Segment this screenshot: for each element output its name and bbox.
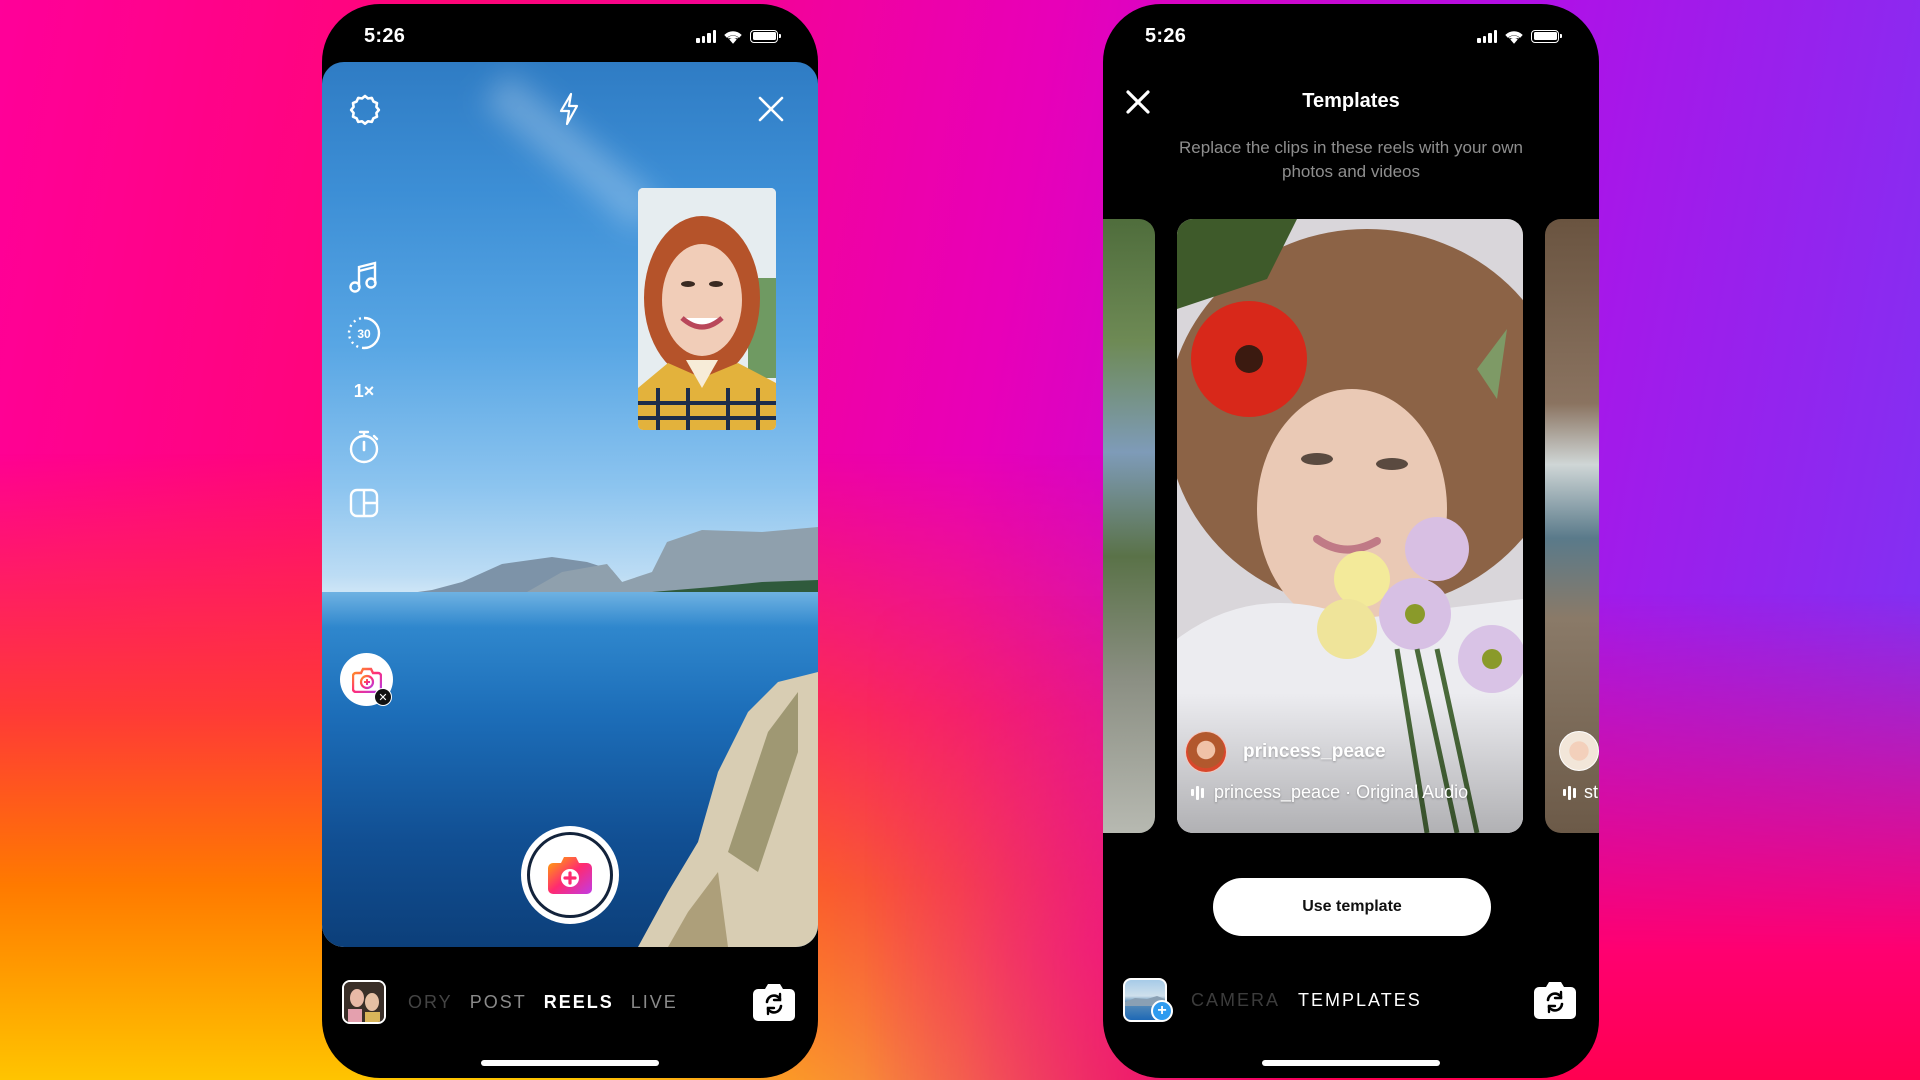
use-template-button[interactable]: Use template: [1213, 878, 1491, 936]
tab-story[interactable]: ORY: [408, 992, 453, 1013]
audio-attribution[interactable]: princess_peace · Original Audio: [1191, 782, 1468, 803]
creator-username[interactable]: princess_peace: [1243, 741, 1386, 763]
wifi-icon: [724, 30, 742, 44]
template-card-main[interactable]: princess_peace princess_peace · Original…: [1177, 219, 1523, 833]
templates-subtitle: Replace the clips in these reels with yo…: [1179, 138, 1523, 181]
phone-reels-camera: 5:26 30 1× ✕ ORY POST REELS LIVE: [322, 4, 818, 1078]
gallery-thumbnail: [344, 982, 384, 1022]
length-value: 30: [357, 327, 371, 341]
templates-bottom-bar: + CAMERA TEMPLATES: [1103, 970, 1599, 1030]
wifi-icon: [1505, 30, 1523, 44]
camera-viewfinder[interactable]: 30 1× ✕: [322, 62, 818, 947]
audio-label: princess_peace · Original Audio: [1214, 782, 1469, 802]
cellular-signal-icon: [696, 29, 716, 43]
countdown-timer-icon: [349, 430, 379, 464]
status-icons: [1477, 29, 1562, 44]
timer-length-icon: 30: [347, 316, 381, 350]
music-icon: [349, 261, 377, 293]
tab-post[interactable]: POST: [470, 992, 527, 1013]
dual-camera-preview[interactable]: [638, 188, 776, 430]
phone-templates: 5:26 Templates Replace the clips in thes…: [1103, 4, 1599, 1078]
audio-icon: [1191, 785, 1204, 800]
record-ring: [527, 832, 613, 918]
layout-icon: [349, 488, 379, 518]
home-indicator[interactable]: [481, 1060, 659, 1066]
layout-tool-button[interactable]: [344, 483, 384, 523]
creator-avatar: [1559, 731, 1599, 771]
gallery-button[interactable]: [342, 980, 386, 1024]
template-card-previous[interactable]: [1103, 219, 1155, 833]
template-card-next[interactable]: st: [1545, 219, 1599, 833]
creator-info[interactable]: princess_peace: [1185, 731, 1386, 773]
tab-live[interactable]: LIVE: [631, 992, 678, 1013]
settings-button[interactable]: [348, 92, 382, 126]
flash-button[interactable]: [552, 92, 586, 126]
audio-label: st: [1584, 782, 1599, 802]
selfie-preview-image: [638, 188, 776, 430]
close-icon: [758, 96, 784, 122]
length-tool-button[interactable]: 30: [344, 313, 384, 353]
camera-mode-tabs: ORY POST REELS LIVE: [408, 992, 678, 1013]
landscape-cliff: [638, 672, 818, 947]
flash-icon: [559, 92, 579, 126]
record-button[interactable]: [521, 826, 619, 924]
background-gradient-left: [0, 0, 1920, 1080]
tab-templates[interactable]: TEMPLATES: [1298, 990, 1422, 1011]
timer-tool-button[interactable]: [344, 427, 384, 467]
creator-avatar[interactable]: [1185, 731, 1227, 773]
tab-reels[interactable]: REELS: [544, 992, 614, 1013]
remove-effect-button[interactable]: ✕: [374, 688, 392, 706]
flip-camera-button[interactable]: [752, 982, 796, 1022]
battery-icon: [750, 29, 781, 43]
camera-bottom-bar: ORY POST REELS LIVE: [322, 972, 818, 1032]
audio-icon: [1563, 785, 1576, 800]
status-bar: 5:26: [322, 4, 818, 62]
status-time: 5:26: [364, 24, 406, 47]
battery-icon: [1531, 29, 1562, 43]
audio-tool-button[interactable]: [344, 257, 384, 297]
red-gerbera-flower: [1191, 301, 1307, 417]
speed-tool-button[interactable]: 1×: [344, 371, 384, 411]
camera-mode-tabs: CAMERA TEMPLATES: [1191, 990, 1422, 1011]
status-icons: [696, 29, 781, 44]
templates-header: Templates: [1103, 82, 1599, 126]
page-title: Templates: [1302, 90, 1400, 112]
flip-camera-icon: [1534, 982, 1576, 1019]
audio-attribution: st: [1563, 782, 1598, 803]
background-gradient-right: [0, 0, 1920, 1080]
status-bar: 5:26: [1103, 4, 1599, 62]
home-indicator[interactable]: [1262, 1060, 1440, 1066]
tab-camera[interactable]: CAMERA: [1191, 990, 1280, 1011]
close-camera-button[interactable]: [754, 92, 788, 126]
status-time: 5:26: [1145, 24, 1187, 47]
flip-camera-button[interactable]: [1533, 980, 1577, 1020]
settings-icon: [349, 94, 381, 126]
cellular-signal-icon: [1477, 29, 1497, 43]
add-media-icon[interactable]: +: [1151, 1000, 1173, 1022]
flip-camera-icon: [753, 984, 795, 1021]
speed-value: 1×: [353, 380, 375, 401]
